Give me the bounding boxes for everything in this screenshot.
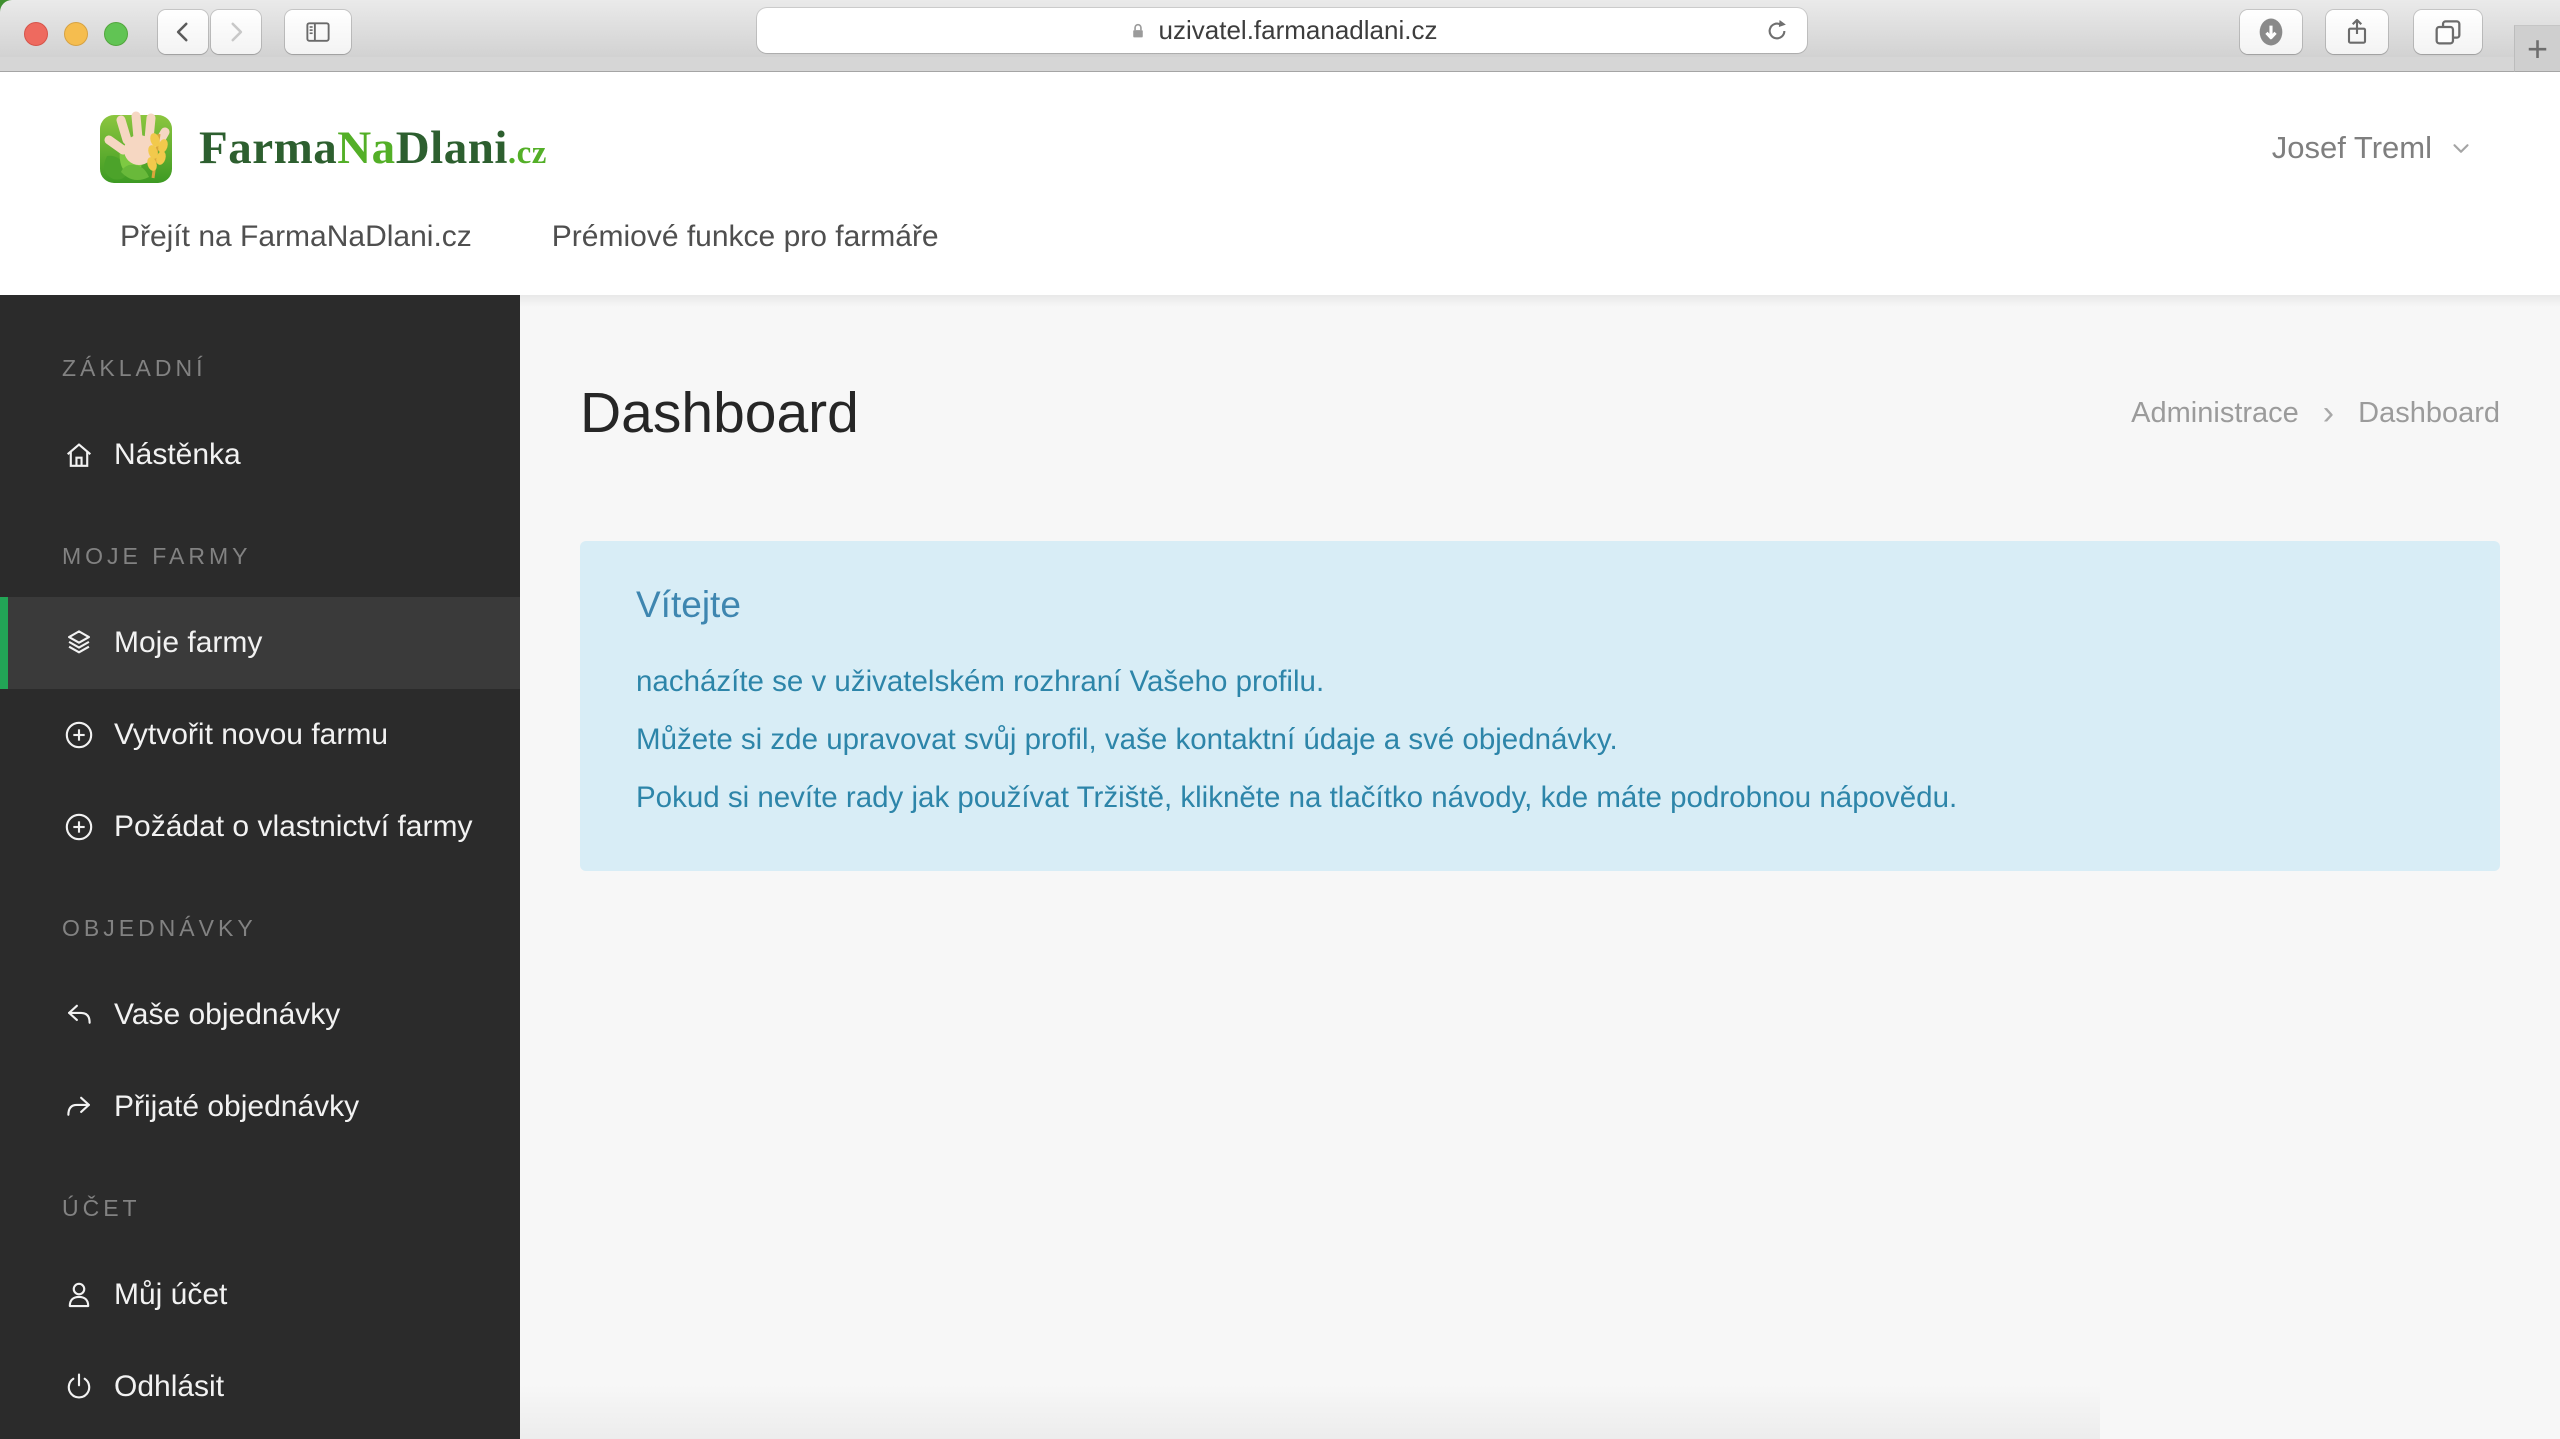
minimize-window-button[interactable]: [64, 22, 88, 46]
breadcrumb: Administrace › Dashboard: [2131, 397, 2500, 430]
reload-button[interactable]: [1757, 14, 1797, 47]
lock-icon: [1127, 18, 1149, 44]
sidebar-section-zakladni: ZÁKLADNÍ Nástěnka: [0, 353, 520, 501]
sidebar-item-label: Můj účet: [114, 1278, 227, 1312]
breadcrumb-separator-icon: ›: [2323, 399, 2334, 428]
logo-part-dlani: Dlani: [396, 122, 508, 174]
reply-arrow-icon: [62, 998, 96, 1032]
logo-part-na: Na: [337, 122, 395, 174]
main-content: Dashboard Administrace › Dashboard Vítej…: [520, 295, 2560, 1439]
section-label: ÚČET: [0, 1193, 520, 1223]
share-icon: [2341, 15, 2373, 49]
chevron-right-icon: [223, 17, 249, 47]
welcome-panel: Vítejte nacházíte se v uživatelském rozh…: [580, 541, 2500, 871]
sidebar-item-vytvorit-novou-farmu[interactable]: Vytvořit novou farmu: [0, 689, 520, 781]
sidebar-item-label: Odhlásit: [114, 1370, 224, 1404]
sidebar-section-moje-farmy: MOJE FARMY Moje farmy Vytvořit: [0, 541, 520, 873]
site-header: FarmaNaDlani.cz Přejít na FarmaNaDlani.c…: [0, 72, 2560, 295]
sidebar: ZÁKLADNÍ Nástěnka MOJE FARMY: [0, 295, 520, 1439]
sidebar-item-pozadat-o-vlastnictvi[interactable]: Požádat o vlastnictví farmy: [0, 781, 520, 873]
section-label: ZÁKLADNÍ: [0, 353, 520, 383]
sidebar-item-label: Přijaté objednávky: [114, 1090, 359, 1124]
sidebar-section-ucet: ÚČET Můj účet Odhlásit: [0, 1193, 520, 1433]
user-name: Josef Treml: [2272, 130, 2432, 166]
tab-bar: [0, 57, 2560, 72]
nav-link-premium-features[interactable]: Prémiové funkce pro farmáře: [552, 220, 939, 254]
web-page: FarmaNaDlani.cz Přejít na FarmaNaDlani.c…: [0, 72, 2560, 1439]
sidebar-toggle-button[interactable]: [285, 10, 351, 54]
sidebar-item-prijate-objednavky[interactable]: Přijaté objednávky: [0, 1061, 520, 1153]
plus-circle-icon: [62, 718, 96, 752]
browser-toolbar: uzivatel.farmanadlani.cz: [0, 0, 2560, 57]
logo-part-tld: .cz: [508, 135, 547, 171]
sidebar-section-objednavky: OBJEDNÁVKY Vaše objednávky Přijaté objed…: [0, 913, 520, 1153]
welcome-title: Vítejte: [636, 585, 2444, 625]
nav-link-go-to-farmanadlani[interactable]: Přejít na FarmaNaDlani.cz: [120, 220, 472, 254]
chevron-down-icon: [2448, 135, 2474, 161]
power-icon: [62, 1370, 96, 1404]
sidebar-item-moje-farmy[interactable]: Moje farmy: [0, 597, 520, 689]
sidebar-item-label: Moje farmy: [114, 626, 262, 660]
tabs-overview-icon: [2431, 15, 2465, 49]
site-logo[interactable]: FarmaNaDlani.cz: [97, 108, 547, 188]
sidebar-item-label: Vytvořit novou farmu: [114, 718, 388, 752]
sidebar-item-label: Vaše objednávky: [114, 998, 340, 1032]
sidebar-item-vase-objednavky[interactable]: Vaše objednávky: [0, 969, 520, 1061]
zoom-window-button[interactable]: [104, 22, 128, 46]
sidebar-panel-icon: [301, 17, 335, 47]
welcome-line: nacházíte se v uživatelském rozhraní Vaš…: [636, 653, 2444, 711]
forward-button[interactable]: [211, 10, 261, 54]
breadcrumb-administrace[interactable]: Administrace: [2131, 397, 2299, 430]
reload-icon: [1763, 17, 1791, 45]
new-tab-button[interactable]: +: [2514, 25, 2560, 72]
page-title: Dashboard: [580, 381, 859, 445]
user-menu[interactable]: Josef Treml: [2272, 130, 2474, 166]
downloads-button[interactable]: [2240, 10, 2302, 54]
sidebar-item-muj-ucet[interactable]: Můj účet: [0, 1249, 520, 1341]
bottom-shade: [520, 1384, 2100, 1439]
sidebar-item-nastenka[interactable]: Nástěnka: [0, 409, 520, 501]
farmanadlani-logo-icon: [97, 108, 181, 188]
welcome-line: Můžete si zde upravovat svůj profil, vaš…: [636, 711, 2444, 769]
logo-wordmark: FarmaNaDlani.cz: [199, 121, 547, 175]
show-all-tabs-button[interactable]: [2414, 10, 2482, 54]
sidebar-item-label: Nástěnka: [114, 438, 241, 472]
section-label: MOJE FARMY: [0, 541, 520, 571]
share-button[interactable]: [2326, 10, 2388, 54]
close-window-button[interactable]: [24, 22, 48, 46]
chevron-left-icon: [170, 17, 196, 47]
forward-arrow-icon: [62, 1090, 96, 1124]
user-icon: [62, 1278, 96, 1312]
back-button[interactable]: [158, 10, 208, 54]
sidebar-item-label: Požádat o vlastnictví farmy: [114, 810, 472, 844]
download-icon: [2254, 15, 2288, 49]
logo-part-farma: Farma: [199, 122, 337, 174]
url-text: uzivatel.farmanadlani.cz: [1159, 15, 1438, 46]
plus-circle-icon: [62, 810, 96, 844]
sidebar-item-odhlasit[interactable]: Odhlásit: [0, 1341, 520, 1433]
header-nav: Přejít na FarmaNaDlani.cz Prémiové funkc…: [120, 220, 939, 254]
layers-icon: [62, 626, 96, 660]
breadcrumb-current: Dashboard: [2358, 397, 2500, 430]
home-icon: [62, 438, 96, 472]
section-label: OBJEDNÁVKY: [0, 913, 520, 943]
welcome-line: Pokud si nevíte rady jak používat Tržišt…: [636, 769, 2444, 827]
address-bar[interactable]: uzivatel.farmanadlani.cz: [757, 8, 1807, 53]
browser-chrome: uzivatel.farmanadlani.cz: [0, 0, 2560, 72]
